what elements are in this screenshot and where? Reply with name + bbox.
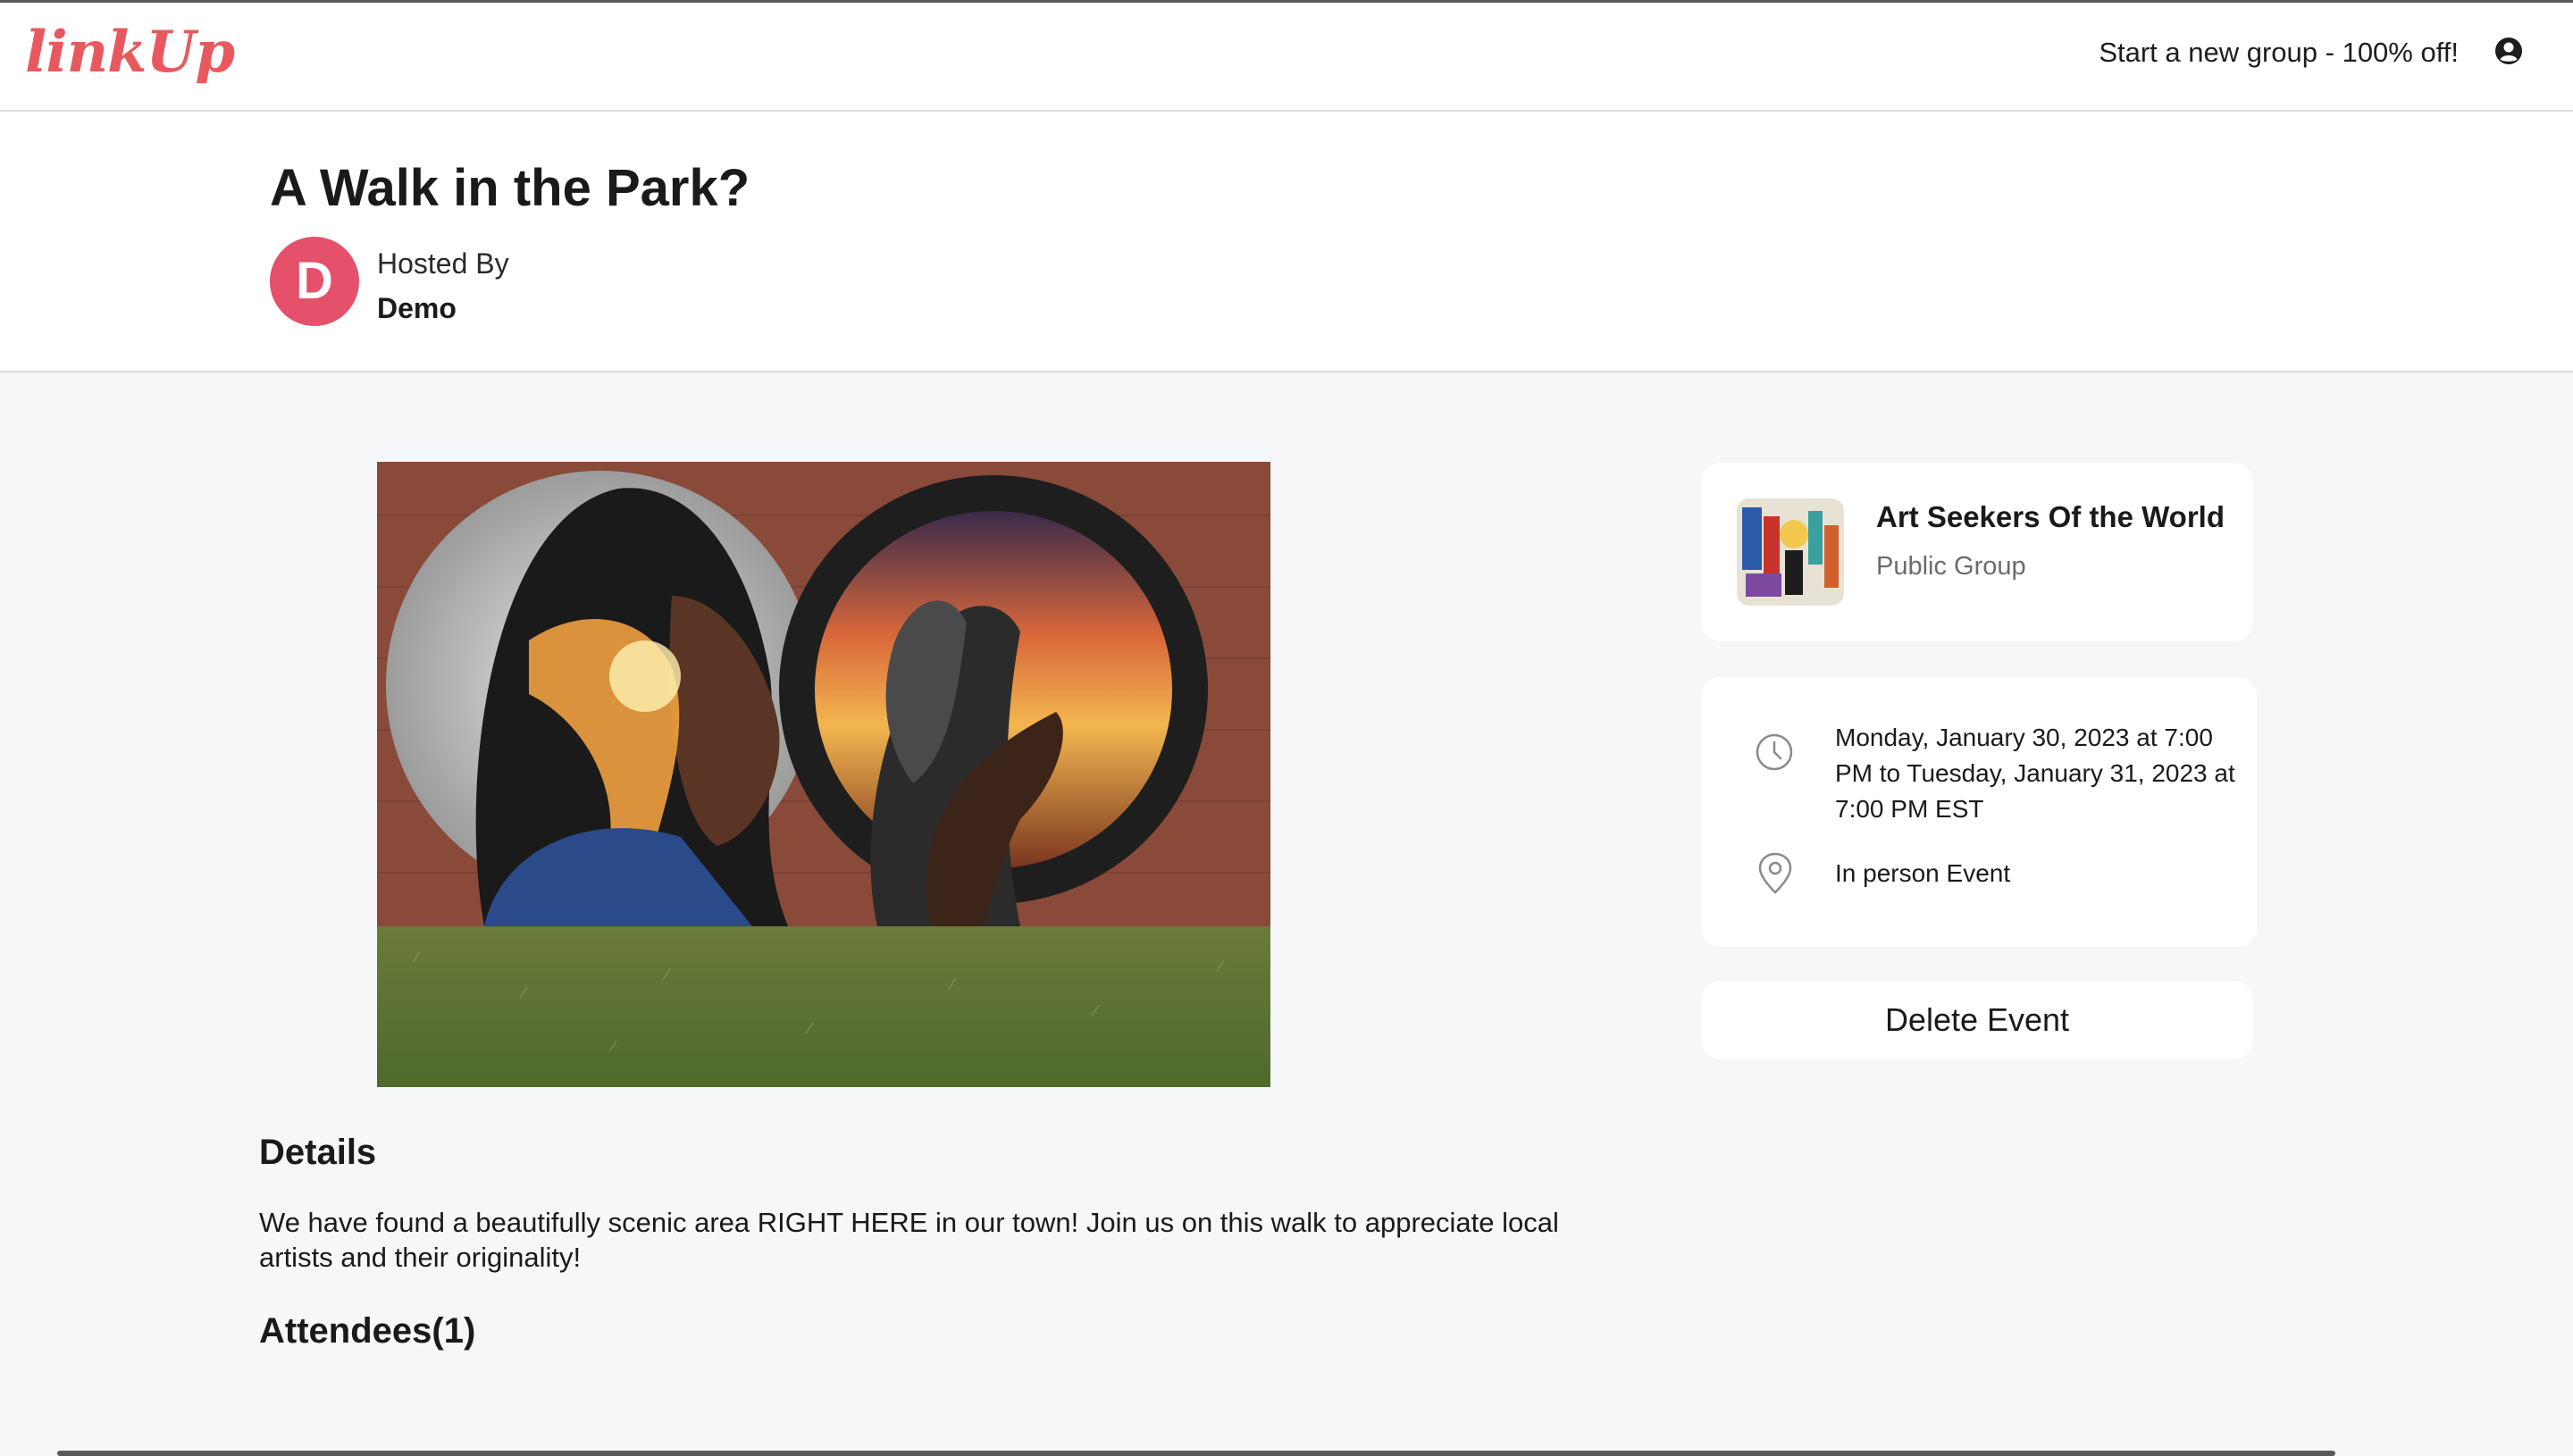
top-navbar: linkUp Start a new group - 100% off!	[0, 3, 2573, 112]
details-heading: Details	[259, 1133, 377, 1172]
linkup-logo[interactable]: linkUp	[25, 19, 235, 86]
group-card[interactable]: Art Seekers Of the World Public Group	[1701, 463, 2253, 641]
group-name: Art Seekers Of the World	[1876, 500, 2225, 533]
event-datetime: Monday, January 30, 2023 at 7:00 PM to T…	[1835, 724, 2235, 823]
horizontal-scrollbar[interactable]	[57, 1451, 2335, 1456]
location-pin-icon	[1758, 852, 1792, 894]
event-title: A Walk in the Park?	[270, 159, 750, 217]
user-circle-icon[interactable]	[2494, 37, 2523, 65]
host-avatar: D	[270, 237, 359, 326]
attendees-heading: Attendees(1)	[259, 1311, 476, 1351]
event-info-card: Monday, January 30, 2023 at 7:00 PM to T…	[1701, 677, 2257, 947]
hosted-by-label: Hosted By	[377, 247, 509, 280]
group-thumbnail	[1737, 498, 1844, 606]
start-new-group-link[interactable]: Start a new group - 100% off!	[2099, 37, 2459, 69]
event-image	[377, 462, 1270, 1087]
event-location: In person Event	[1835, 859, 2011, 887]
group-type: Public Group	[1876, 552, 2026, 581]
delete-event-button[interactable]: Delete Event	[1701, 981, 2253, 1059]
host-name: Demo	[377, 292, 457, 324]
clock-icon	[1756, 733, 1793, 771]
event-title-section: A Walk in the Park? D Hosted By Demo	[0, 112, 2573, 372]
details-text: We have found a beautifully scenic area …	[259, 1207, 1559, 1273]
